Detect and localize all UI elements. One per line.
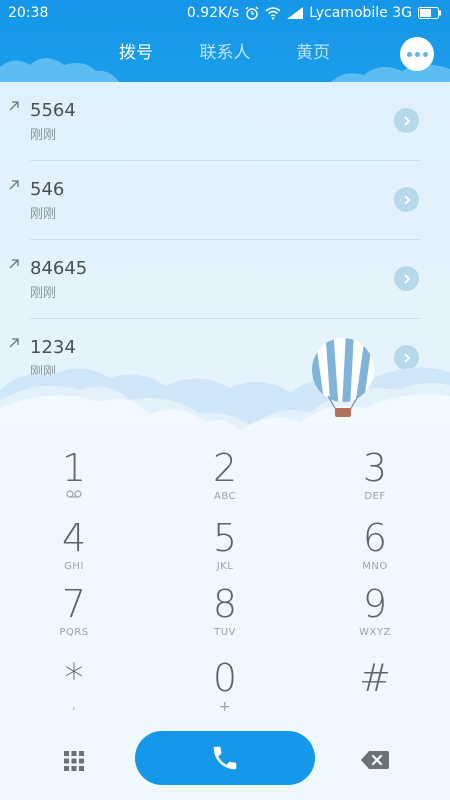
key-star[interactable]: * , bbox=[14, 656, 134, 722]
call-log-item[interactable]: 546 刚刚 bbox=[0, 161, 450, 240]
key-digit: 1 bbox=[61, 446, 87, 490]
key-2[interactable]: 2 ABC bbox=[165, 446, 285, 512]
key-letters: MNO bbox=[362, 561, 388, 572]
more-dot-icon bbox=[414, 51, 420, 57]
key-digit: 9 bbox=[362, 582, 388, 626]
key-3[interactable]: 3 DEF bbox=[315, 446, 435, 512]
network-speed: 0.92K/s bbox=[186, 5, 240, 21]
tab-contacts[interactable]: 联系人 bbox=[185, 38, 265, 68]
status-right: 0.92K/s Lycamobile 3G bbox=[187, 0, 442, 26]
hot-air-balloon-icon bbox=[312, 338, 374, 417]
key-letters: PQRS bbox=[59, 627, 89, 638]
key-digit: 5 bbox=[212, 516, 238, 560]
chevron-right-icon bbox=[403, 194, 410, 205]
key-letters: WXYZ bbox=[359, 627, 391, 638]
alarm-icon bbox=[245, 6, 259, 20]
outgoing-call-icon bbox=[9, 259, 19, 269]
outgoing-call-icon bbox=[9, 101, 19, 111]
key-letters: GHI bbox=[64, 561, 84, 572]
key-letters: DEF bbox=[364, 491, 386, 502]
key-digit: 4 bbox=[61, 516, 87, 560]
tab-yellow-pages[interactable]: 黄页 bbox=[273, 38, 353, 68]
status-bar: 20:38 0.92K/s Lycamobile 3G bbox=[0, 0, 450, 26]
outgoing-call-icon bbox=[9, 180, 19, 190]
call-detail-button[interactable] bbox=[394, 108, 419, 133]
key-digit: 0 bbox=[212, 656, 238, 700]
key-7[interactable]: 7 PQRS bbox=[14, 582, 134, 648]
tab-dial[interactable]: 拨号 bbox=[96, 38, 176, 68]
call-detail-button[interactable] bbox=[394, 266, 419, 291]
header: 20:38 0.92K/s Lycamobile 3G 拨号 联系人 黄页 bbox=[0, 0, 450, 82]
phone-icon bbox=[213, 746, 237, 770]
call-detail-button[interactable] bbox=[394, 187, 419, 212]
key-digit: * bbox=[64, 656, 84, 700]
more-dot-icon bbox=[406, 51, 412, 57]
battery-icon bbox=[418, 7, 441, 19]
call-log-time: 刚刚 bbox=[30, 286, 57, 301]
key-digit: # bbox=[359, 656, 391, 700]
key-0[interactable]: 0 + bbox=[165, 656, 285, 722]
call-log-time: 刚刚 bbox=[30, 207, 57, 222]
keypad-toggle-icon[interactable] bbox=[61, 748, 87, 774]
key-letters: TUV bbox=[214, 627, 236, 638]
chevron-right-icon bbox=[403, 115, 410, 126]
more-dot-icon bbox=[422, 51, 428, 57]
backspace-icon[interactable] bbox=[360, 748, 390, 772]
key-digit: 6 bbox=[362, 516, 388, 560]
call-log-item[interactable]: 84645 刚刚 bbox=[0, 240, 450, 319]
key-digit: 8 bbox=[212, 582, 238, 626]
call-log-number: 84645 bbox=[30, 258, 88, 279]
key-hash[interactable]: # bbox=[315, 656, 435, 722]
key-8[interactable]: 8 TUV bbox=[165, 582, 285, 648]
key-9[interactable]: 9 WXYZ bbox=[315, 582, 435, 648]
carrier-name: Lycamobile 3G bbox=[309, 5, 412, 21]
call-log-time: 刚刚 bbox=[30, 128, 57, 143]
key-6[interactable]: 6 MNO bbox=[315, 516, 435, 582]
call-log-item[interactable]: 5564 刚刚 bbox=[0, 82, 450, 161]
key-letters: , bbox=[72, 701, 76, 712]
key-letters: + bbox=[218, 699, 232, 715]
more-options-button[interactable] bbox=[400, 37, 434, 71]
key-letters: ABC bbox=[213, 491, 236, 502]
call-button[interactable] bbox=[135, 731, 315, 785]
signal-icon bbox=[287, 7, 304, 19]
status-time: 20:38 bbox=[8, 5, 49, 21]
key-1[interactable]: 1 bbox=[14, 446, 134, 512]
key-5[interactable]: 5 JKL bbox=[165, 516, 285, 582]
key-digit: 7 bbox=[61, 582, 87, 626]
dialer-action-bar bbox=[0, 726, 450, 800]
voicemail-icon bbox=[66, 490, 82, 498]
call-log-number: 546 bbox=[30, 179, 65, 200]
key-digit: 3 bbox=[362, 446, 388, 490]
tab-bar: 拨号 联系人 黄页 bbox=[0, 38, 450, 68]
key-digit: 2 bbox=[212, 446, 238, 490]
chevron-right-icon bbox=[403, 273, 410, 284]
key-letters: JKL bbox=[216, 561, 234, 572]
wifi-icon bbox=[265, 6, 281, 20]
call-log-number: 5564 bbox=[30, 100, 76, 121]
key-4[interactable]: 4 GHI bbox=[14, 516, 134, 582]
